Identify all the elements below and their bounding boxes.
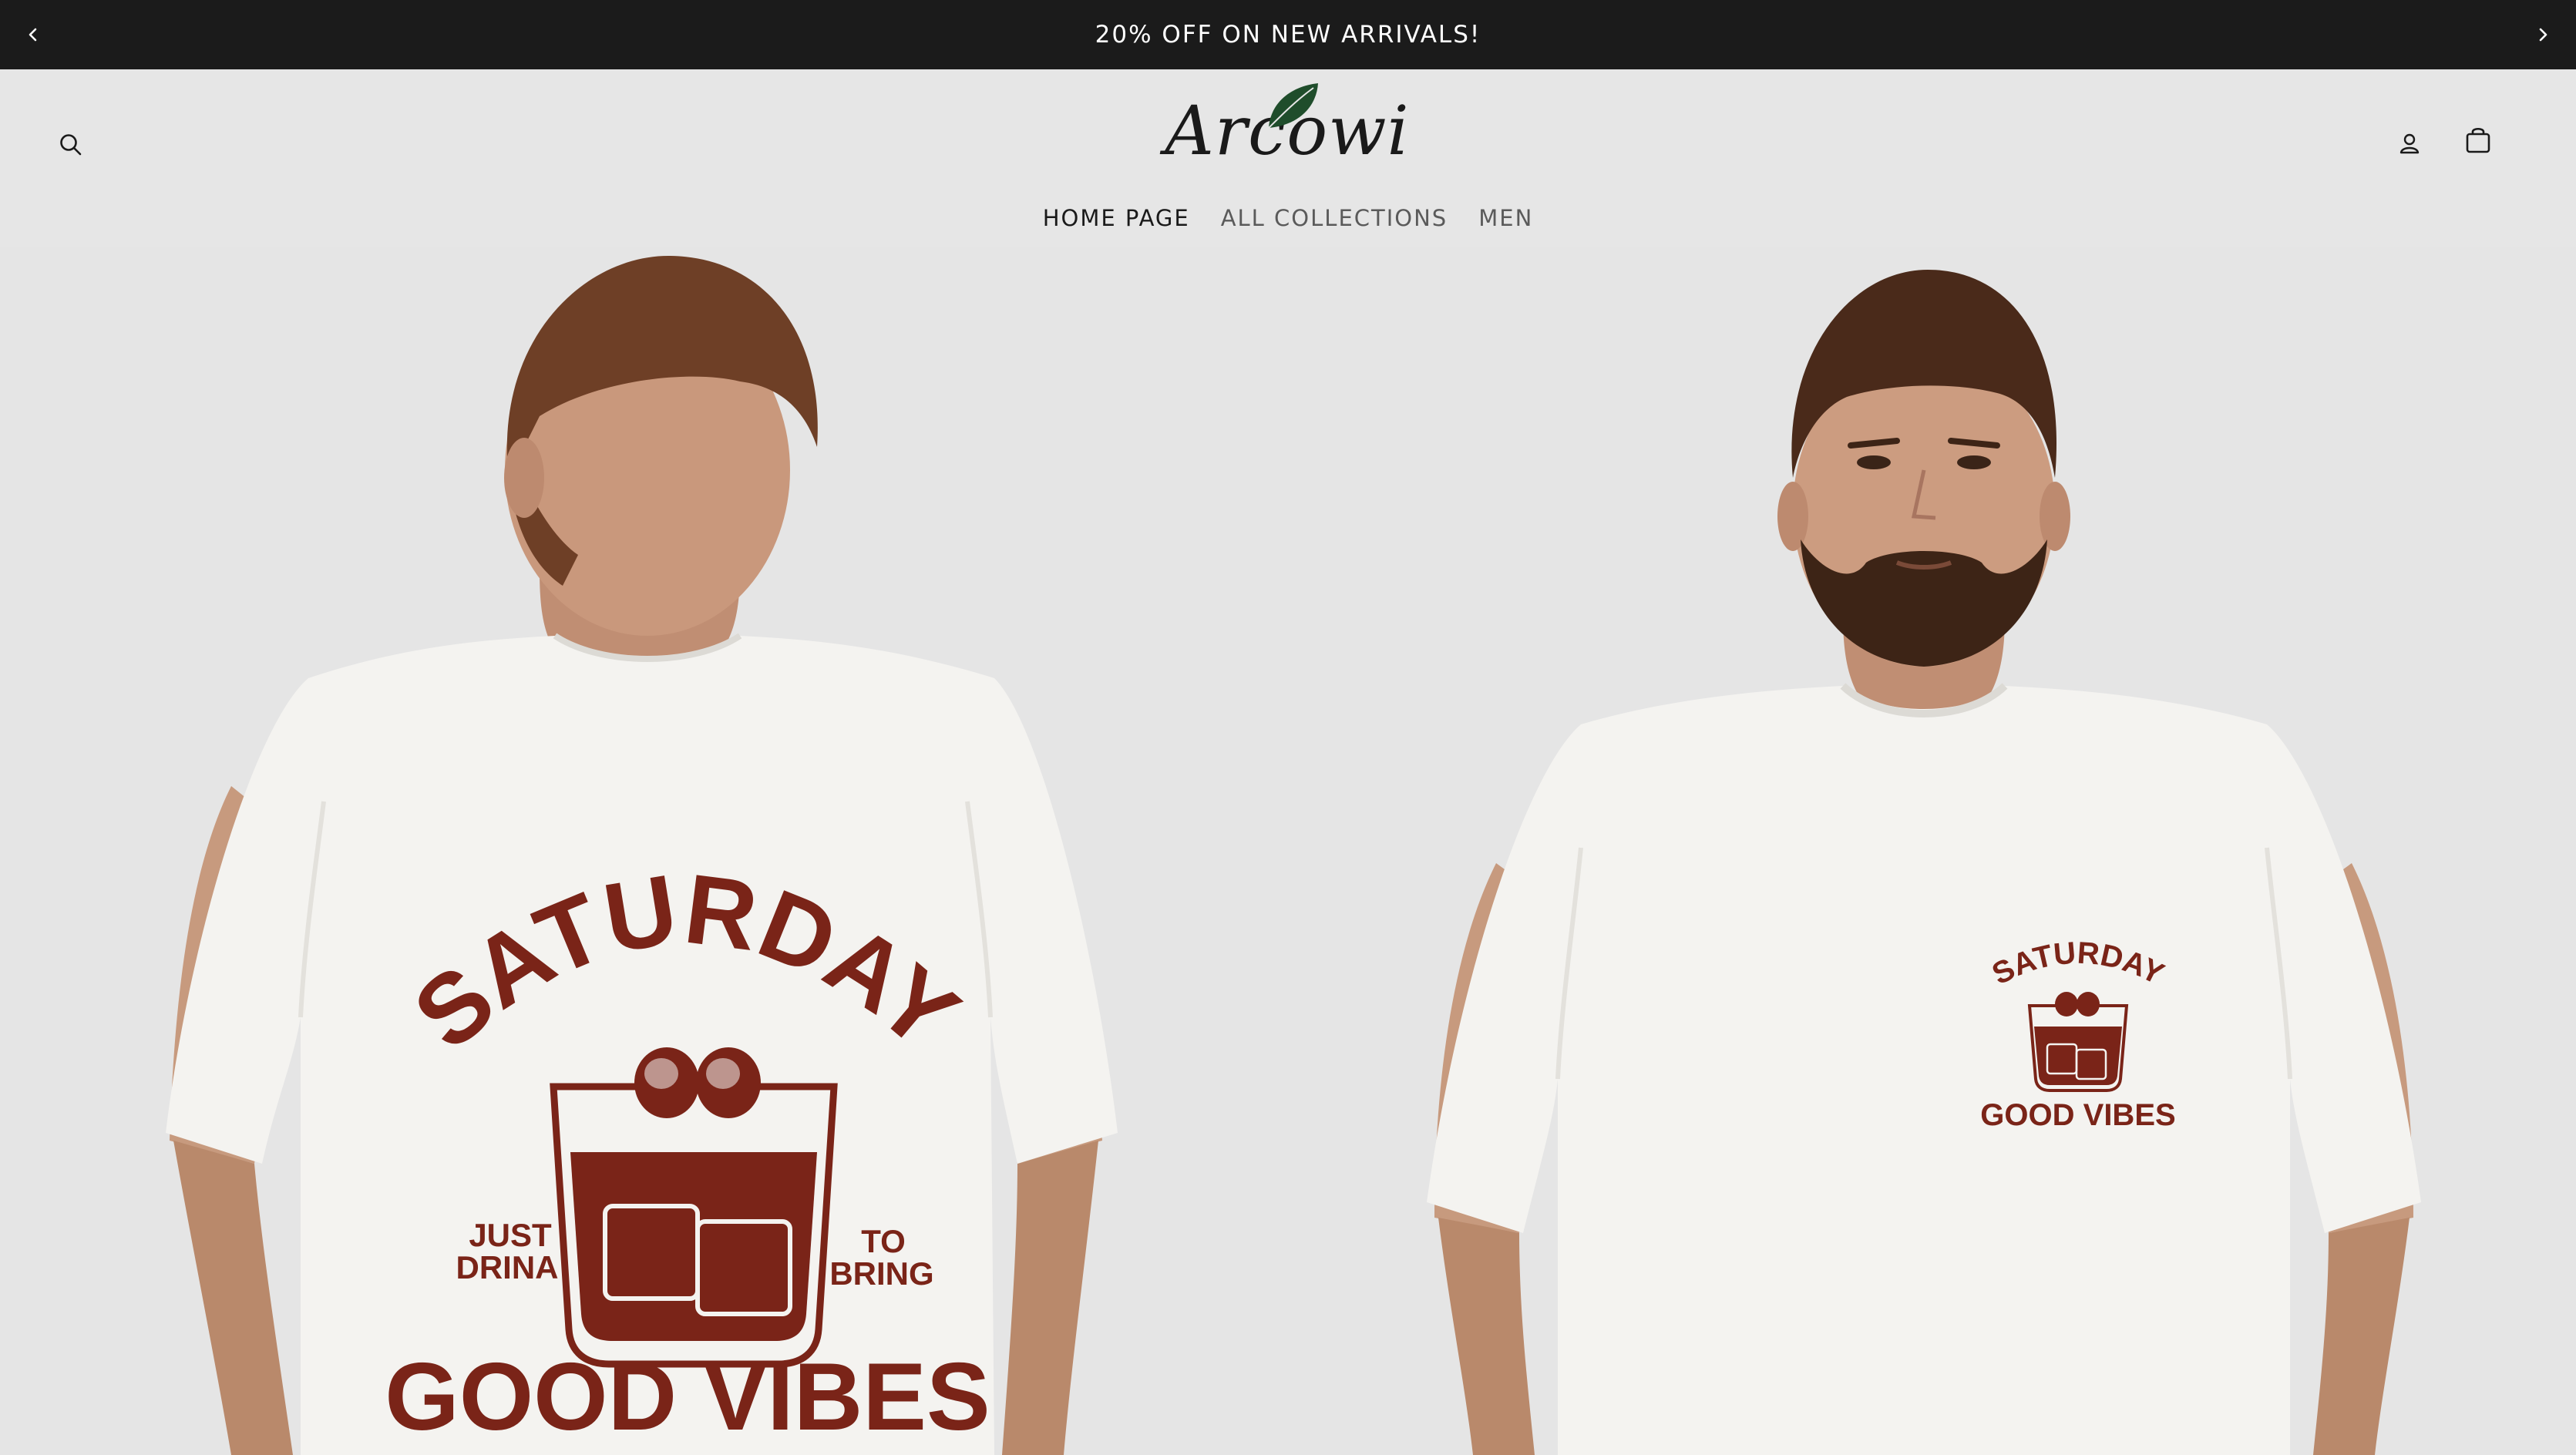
shopping-bag-icon xyxy=(2466,127,2490,153)
back-print-right-line2: BRING xyxy=(829,1255,933,1292)
product-image-back: SATURDAY JUST DRINA TO BRING GOOD VIBES xyxy=(0,247,1288,1455)
search-icon xyxy=(60,134,82,156)
search-button[interactable] xyxy=(46,120,96,170)
chevron-left-icon xyxy=(29,28,37,42)
back-print-left-line2: DRINA xyxy=(456,1249,559,1285)
nav-item-all-collections[interactable]: ALL COLLECTIONS xyxy=(1221,205,1448,231)
leaf-icon xyxy=(1268,83,1318,129)
product-image-front: SATURDAY GOOD VIBES xyxy=(1288,247,2576,1455)
user-icon xyxy=(2399,133,2420,154)
logo[interactable]: Arcowi xyxy=(1165,80,1409,165)
main-nav: HOME PAGE ALL COLLECTIONS MEN xyxy=(0,205,2576,231)
cart-button[interactable] xyxy=(2453,116,2503,165)
page: 20% OFF ON NEW ARRIVALS! Arcowi HOME PAG… xyxy=(0,0,2576,1455)
back-print-bottom-text: GOOD VIBES xyxy=(385,1344,990,1450)
announcement-next-button[interactable] xyxy=(2525,17,2561,52)
site-header: Arcowi HOME PAGE ALL COLLECTIONS MEN xyxy=(0,69,2576,247)
announcement-bar: 20% OFF ON NEW ARRIVALS! xyxy=(0,0,2576,69)
account-button[interactable] xyxy=(2385,119,2434,168)
hero-banner[interactable]: SATURDAY JUSTDRINATOBRINGGOOD VIBES xyxy=(0,247,2576,1455)
back-print-right-line1: TO xyxy=(861,1223,906,1259)
front-print-bottom-text: GOOD VIBES xyxy=(1980,1098,2175,1132)
announcement-text: 20% OFF ON NEW ARRIVALS! xyxy=(1095,21,1481,49)
announcement-prev-button[interactable] xyxy=(15,17,51,52)
chevron-right-icon xyxy=(2539,28,2547,42)
nav-item-men[interactable]: MEN xyxy=(1478,205,1533,231)
nav-item-home-page[interactable]: HOME PAGE xyxy=(1043,205,1190,231)
back-print-left-line1: JUST xyxy=(469,1217,552,1253)
